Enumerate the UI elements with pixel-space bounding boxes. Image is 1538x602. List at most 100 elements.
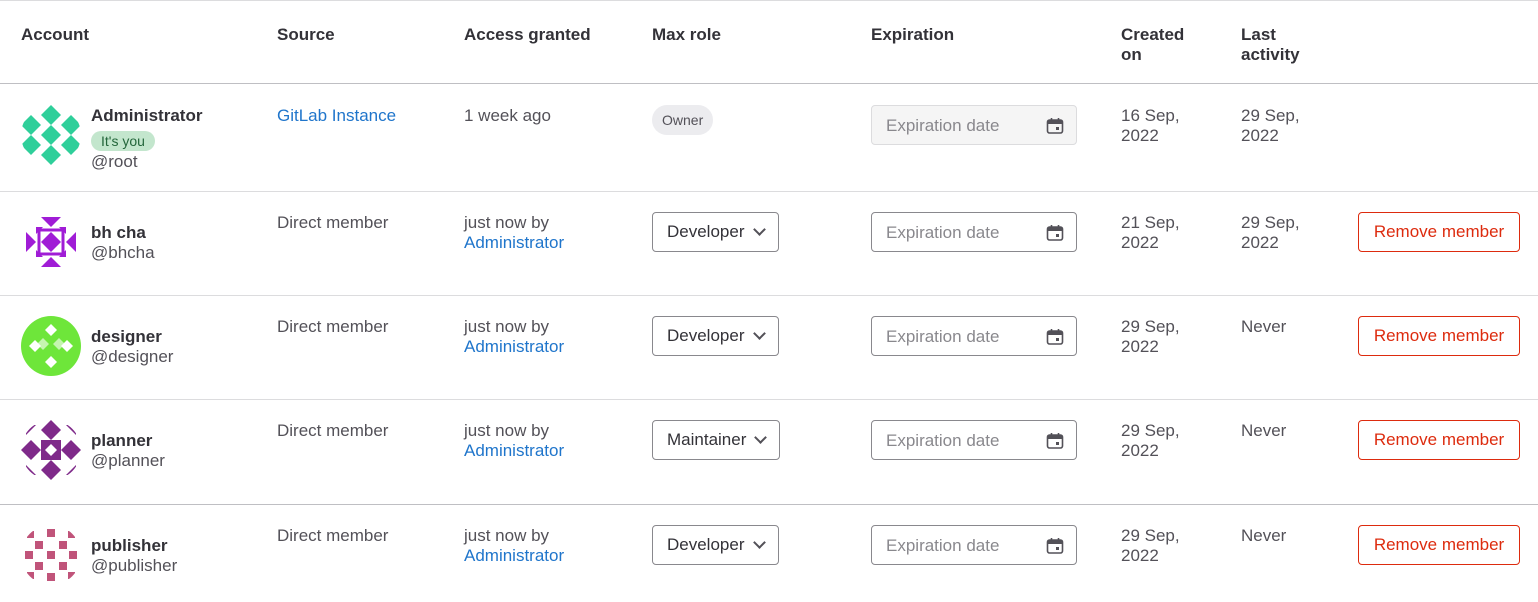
source-text: Direct member	[277, 421, 389, 440]
header-source: Source	[277, 25, 335, 44]
member-username: @bhcha	[91, 243, 155, 262]
member-username: @root	[91, 152, 138, 171]
created-on-line2: 2022	[1121, 126, 1159, 145]
chevron-down-icon	[752, 536, 766, 549]
expiration-placeholder: Expiration date	[886, 223, 1000, 242]
granted-by-link[interactable]: Administrator	[464, 337, 564, 357]
header-access-granted: Access granted	[464, 25, 591, 44]
created-on-line2: 2022	[1121, 546, 1159, 565]
remove-member-button[interactable]: Remove member	[1358, 420, 1520, 460]
last-activity-line1: Never	[1241, 317, 1287, 336]
member-name[interactable]: Administrator	[91, 106, 202, 126]
access-granted-text: 1 week ago	[464, 106, 551, 125]
created-on: 29 Sep, 2022	[1121, 421, 1180, 461]
table-row: designer @designer Direct member just no…	[0, 296, 1538, 400]
calendar-icon[interactable]	[1046, 537, 1064, 555]
created-on: 16 Sep, 2022	[1121, 106, 1180, 146]
expiration-date-field[interactable]: Expiration date	[871, 316, 1077, 356]
role-dropdown[interactable]: Developer	[652, 316, 779, 356]
source-text: Direct member	[277, 213, 389, 232]
role-dropdown-label: Developer	[667, 222, 745, 241]
last-activity: 29 Sep, 2022	[1241, 106, 1300, 146]
header-account: Account	[21, 25, 89, 44]
role-badge: Owner	[652, 105, 714, 135]
header-max-role: Max role	[652, 25, 721, 44]
granted-by-link[interactable]: Administrator	[464, 233, 564, 253]
calendar-icon[interactable]	[1046, 328, 1064, 346]
last-activity: Never	[1241, 421, 1286, 441]
expiration-date-field[interactable]: Expiration date	[871, 212, 1077, 252]
expiration-placeholder: Expiration date	[886, 116, 1000, 135]
remove-member-button[interactable]: Remove member	[1358, 525, 1520, 565]
members-table-header: Account Source Access granted Max role E…	[0, 0, 1538, 84]
created-on-line1: 29 Sep,	[1121, 421, 1180, 440]
last-activity-line1: Never	[1241, 526, 1287, 545]
access-granted: just now by Administrator	[464, 421, 564, 461]
created-on-line2: 2022	[1121, 337, 1159, 356]
table-row: publisher @publisher Direct member just …	[0, 505, 1538, 602]
created-on: 29 Sep, 2022	[1121, 526, 1180, 566]
header-created-on: Created on	[1121, 25, 1184, 65]
member-username: @planner	[91, 451, 165, 470]
access-granted-text: just now by	[464, 317, 550, 336]
role-dropdown[interactable]: Maintainer	[652, 420, 781, 460]
chevron-down-icon	[752, 223, 766, 236]
identicon-avatar	[21, 212, 81, 272]
source-link[interactable]: GitLab Instance	[277, 106, 396, 126]
access-granted-text: just now by	[464, 526, 550, 545]
member-username: @designer	[91, 347, 174, 366]
last-activity-line1: 29 Sep,	[1241, 213, 1300, 232]
expiration-placeholder: Expiration date	[886, 536, 1000, 555]
role-dropdown-label: Developer	[667, 326, 745, 345]
expiration-date-field[interactable]: Expiration date	[871, 525, 1077, 565]
role-dropdown[interactable]: Developer	[652, 525, 779, 565]
remove-member-button[interactable]: Remove member	[1358, 316, 1520, 356]
access-granted: just now by Administrator	[464, 317, 564, 357]
created-on-line2: 2022	[1121, 233, 1159, 252]
member-name[interactable]: planner	[91, 431, 152, 451]
header-last-activity-line1: Last	[1241, 25, 1276, 44]
identicon-avatar	[21, 420, 81, 480]
identicon-avatar	[21, 525, 81, 585]
granted-by-link[interactable]: Administrator	[464, 441, 564, 461]
calendar-icon	[1046, 118, 1064, 134]
member-name[interactable]: publisher	[91, 536, 168, 556]
remove-member-button[interactable]: Remove member	[1358, 212, 1520, 252]
created-on-line1: 21 Sep,	[1121, 213, 1180, 232]
header-last-activity: Last activity	[1241, 25, 1300, 65]
created-on: 29 Sep, 2022	[1121, 317, 1180, 357]
member-name[interactable]: bh cha	[91, 223, 146, 243]
expiration-placeholder: Expiration date	[886, 327, 1000, 346]
access-granted: just now by Administrator	[464, 213, 564, 253]
its-you-badge: It's you	[91, 131, 155, 151]
access-granted-text: just now by	[464, 213, 550, 232]
granted-by-link[interactable]: Administrator	[464, 546, 564, 566]
identicon-avatar	[21, 105, 81, 165]
expiration-date-field[interactable]: Expiration date	[871, 420, 1077, 460]
chevron-down-icon	[752, 327, 766, 340]
role-dropdown-label: Developer	[667, 535, 745, 554]
created-on-line2: 2022	[1121, 441, 1159, 460]
header-last-activity-line2: activity	[1241, 45, 1300, 64]
last-activity-line1: Never	[1241, 421, 1287, 440]
table-row: Administrator It's you @root GitLab Inst…	[0, 84, 1538, 192]
identicon-avatar	[21, 316, 81, 376]
last-activity-line2: 2022	[1241, 126, 1279, 145]
created-on: 21 Sep, 2022	[1121, 213, 1180, 253]
calendar-icon[interactable]	[1046, 432, 1064, 450]
created-on-line1: 29 Sep,	[1121, 317, 1180, 336]
source-text: Direct member	[277, 317, 389, 336]
header-created-on-line2: on	[1121, 45, 1142, 64]
last-activity-line2: 2022	[1241, 233, 1279, 252]
last-activity: 29 Sep, 2022	[1241, 213, 1300, 253]
header-expiration: Expiration	[871, 25, 955, 44]
last-activity: Never	[1241, 526, 1286, 546]
member-name[interactable]: designer	[91, 327, 162, 347]
role-dropdown-label: Maintainer	[667, 430, 747, 449]
created-on-line1: 29 Sep,	[1121, 526, 1180, 545]
member-username: @publisher	[91, 556, 178, 575]
calendar-icon[interactable]	[1046, 224, 1064, 242]
access-granted-text: just now by	[464, 421, 550, 440]
role-dropdown[interactable]: Developer	[652, 212, 779, 252]
chevron-down-icon	[754, 431, 768, 444]
